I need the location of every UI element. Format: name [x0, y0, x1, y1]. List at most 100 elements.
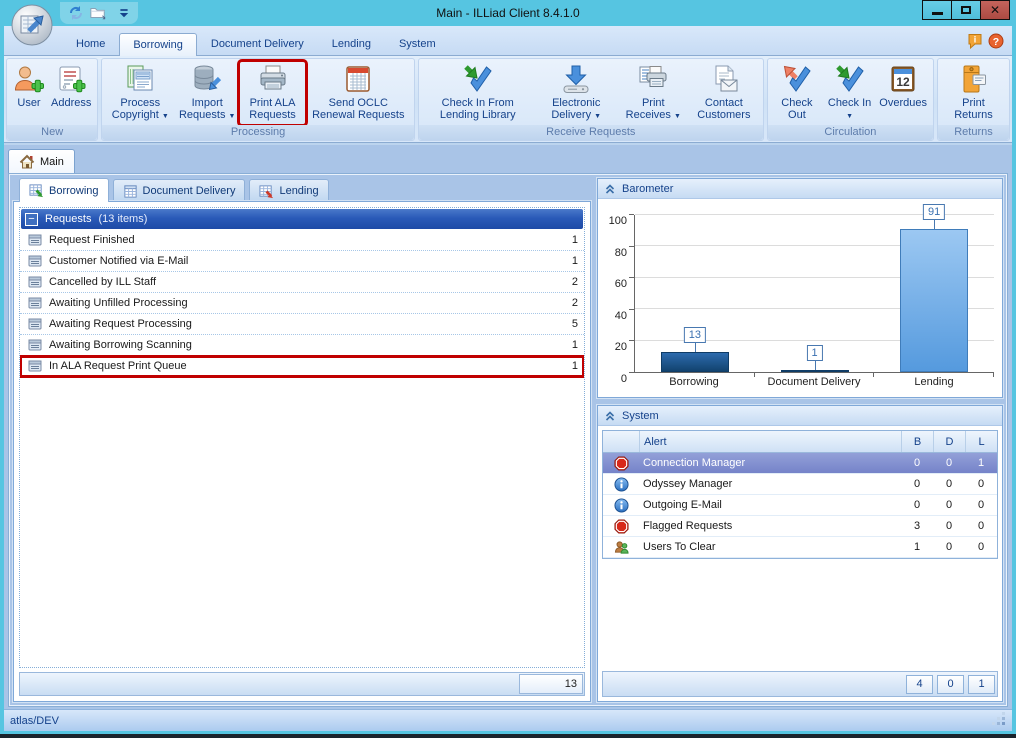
lending-tab-icon — [259, 184, 274, 199]
help-icon[interactable]: ? — [988, 33, 1004, 49]
barometer-header[interactable]: Barometer — [598, 179, 1002, 199]
about-balloon-icon[interactable]: i — [967, 33, 983, 49]
print-ala-requests-icon — [257, 63, 289, 95]
requests-group-header[interactable]: − Requests (13 items) — [21, 209, 583, 229]
system-total-box: 0 — [937, 675, 964, 694]
customize-quick-access-toolbar-icon[interactable] — [118, 7, 130, 19]
title-bar: Main - ILLiad Client 8.4.1.0 ✕ — [4, 0, 1012, 26]
column-header-d[interactable]: D — [933, 431, 965, 452]
dropdown-arrow-icon[interactable]: ▼ — [674, 113, 681, 120]
queue-label: Awaiting Request Processing — [49, 318, 565, 330]
ribbon-group-label: Processing — [102, 125, 413, 140]
svg-text:12: 12 — [896, 75, 910, 89]
bar-value-label: 1 — [806, 345, 822, 361]
collapse-group-icon[interactable]: − — [25, 213, 38, 226]
column-header-l[interactable]: L — [965, 431, 997, 452]
system-alert-row-users-to-clear[interactable]: Users To Clear100 — [603, 537, 997, 558]
ribbon-button-user[interactable]: User — [10, 61, 48, 125]
ribbon-button-check-out[interactable]: Check Out — [771, 61, 823, 125]
y-axis-tick-label: 80 — [615, 247, 627, 259]
ribbon-button-print-receives[interactable]: Print Receives ▼ — [619, 61, 688, 125]
refresh-icon[interactable] — [68, 5, 84, 21]
queue-label: Awaiting Borrowing Scanning — [49, 339, 565, 351]
ribbon-button-label: Electronic Delivery ▼ — [537, 97, 616, 123]
request-group-icon — [28, 317, 42, 331]
svg-text:?: ? — [993, 36, 999, 48]
request-queue-row-awaiting-request-processing[interactable]: Awaiting Request Processing5 — [20, 314, 584, 335]
ribbon-button-check-in-from-lending-library[interactable]: Check In From Lending Library — [422, 61, 534, 125]
ribbon-group-circulation: Check OutCheck In ▼12OverduesCirculation — [767, 58, 934, 141]
ribbon-button-label: Address — [51, 97, 91, 109]
request-queue-row-in-ala-request-print-queue[interactable]: In ALA Request Print Queue1 — [20, 356, 584, 377]
open-form-icon[interactable] — [90, 5, 106, 21]
system-alert-row-flagged-requests[interactable]: Flagged Requests300 — [603, 516, 997, 537]
ribbon-button-label: Print Receives ▼ — [622, 97, 685, 123]
dropdown-arrow-icon[interactable]: ▼ — [229, 113, 236, 120]
y-axis-tick-label: 60 — [615, 278, 627, 290]
dropdown-arrow-icon[interactable]: ▼ — [594, 113, 601, 120]
collapse-chevron-icon — [604, 410, 616, 422]
contact-customers-icon — [708, 63, 740, 95]
barometer-panel: Barometer 020406080100 13191 BorrowingDo… — [597, 178, 1003, 398]
column-header-b[interactable]: B — [901, 431, 933, 452]
ribbon-button-label: User — [17, 97, 40, 109]
subtab-borrowing[interactable]: Borrowing — [19, 178, 109, 202]
ribbon-button-print-ala-requests[interactable]: Print ALA Requests — [239, 61, 306, 125]
request-queue-row-awaiting-borrowing-scanning[interactable]: Awaiting Borrowing Scanning1 — [20, 335, 584, 356]
queue-label: In ALA Request Print Queue — [49, 360, 565, 372]
subtab-lending[interactable]: Lending — [249, 179, 328, 202]
system-alert-row-odyssey-manager[interactable]: Odyssey Manager000 — [603, 474, 997, 495]
ribbon-button-print-returns[interactable]: Print Returns — [941, 61, 1006, 125]
maximize-button[interactable] — [951, 0, 981, 20]
ribbon-button-send-oclc-renewal-requests[interactable]: Send OCLC Renewal Requests — [306, 61, 411, 125]
tab-main[interactable]: Main — [8, 149, 75, 173]
chart-slot-borrowing: 13 — [635, 215, 755, 372]
ribbon-button-import-requests[interactable]: Import Requests ▼ — [175, 61, 239, 125]
ribbon-button-label: Check Out — [774, 97, 820, 121]
alert-count-l: 0 — [965, 520, 997, 532]
ribbon-tab-system[interactable]: System — [385, 32, 450, 55]
system-alert-row-connection-manager[interactable]: Connection Manager001 — [603, 453, 997, 474]
ribbon-tab-lending[interactable]: Lending — [318, 32, 385, 55]
info-alert-icon — [614, 477, 629, 492]
close-button[interactable]: ✕ — [980, 0, 1010, 20]
alert-label: Flagged Requests — [639, 520, 901, 532]
request-queue-row-cancelled-by-ill-staff[interactable]: Cancelled by ILL Staff2 — [20, 272, 584, 293]
system-alert-row-outgoing-e-mail[interactable]: Outgoing E-Mail000 — [603, 495, 997, 516]
status-connection: atlas/DEV — [10, 715, 59, 727]
column-header-alert[interactable]: Alert — [639, 431, 901, 452]
ribbon-tab-borrowing[interactable]: Borrowing — [119, 33, 197, 56]
dropdown-arrow-icon[interactable]: ▼ — [846, 113, 853, 120]
y-axis-tick-label: 40 — [615, 310, 627, 322]
ribbon-button-overdues[interactable]: 12Overdues — [876, 61, 930, 125]
requests-group-count: (13 items) — [98, 213, 147, 225]
ribbon-button-process-copyright[interactable]: Process Copyright ▼ — [105, 61, 175, 125]
queue-count: 1 — [572, 234, 578, 246]
address-icon — [55, 63, 87, 95]
request-queue-row-customer-notified-via-e-mail[interactable]: Customer Notified via E-Mail1 — [20, 251, 584, 272]
application-menu-button[interactable] — [10, 3, 54, 47]
dropdown-arrow-icon[interactable]: ▼ — [162, 113, 169, 120]
user-icon — [13, 63, 45, 95]
system-header[interactable]: System — [598, 406, 1002, 426]
ribbon-tab-home[interactable]: Home — [62, 32, 119, 55]
ribbon-button-contact-customers[interactable]: Contact Customers — [688, 61, 760, 125]
subtab-label: Lending — [279, 185, 318, 197]
resize-grip[interactable] — [993, 714, 1006, 727]
queue-label: Request Finished — [49, 234, 565, 246]
subtab-label: Document Delivery — [143, 185, 236, 197]
alert-count-l: 0 — [965, 478, 997, 490]
request-queue-row-awaiting-unfilled-processing[interactable]: Awaiting Unfilled Processing2 — [20, 293, 584, 314]
status-bar: atlas/DEV — [4, 709, 1012, 731]
minimize-button[interactable] — [922, 0, 952, 20]
print-receives-icon — [637, 63, 669, 95]
ribbon-tab-document-delivery[interactable]: Document Delivery — [197, 32, 318, 55]
request-queue-row-request-finished[interactable]: Request Finished 1 — [20, 230, 584, 251]
ribbon-button-address[interactable]: Address — [48, 61, 94, 125]
ribbon-group-receive-requests: Check In From Lending LibraryElectronic … — [418, 58, 764, 141]
ribbon-button-electronic-delivery[interactable]: Electronic Delivery ▼ — [534, 61, 619, 125]
ribbon-button-label: Print Returns — [944, 97, 1003, 121]
subtab-document-delivery[interactable]: Document Delivery — [113, 179, 246, 202]
requests-group: − Requests (13 items) Request Finished 1 C… — [19, 207, 585, 668]
ribbon-button-check-in[interactable]: Check In ▼ — [823, 61, 876, 125]
